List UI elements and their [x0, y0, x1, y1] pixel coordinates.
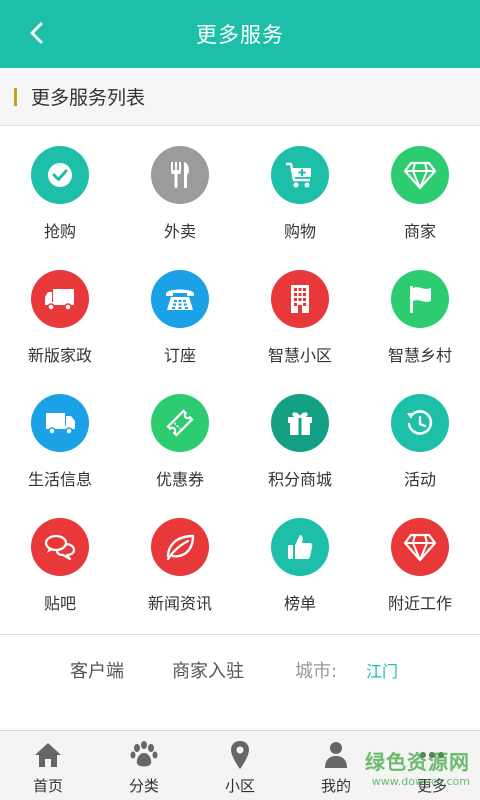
service-icon-circle: [31, 394, 89, 452]
merchant-join-link[interactable]: 商家入驻: [172, 657, 244, 683]
tab-label: 小区: [224, 777, 255, 795]
watermark-url: www.downcc.com: [371, 775, 470, 788]
service-label: 新闻资讯: [147, 594, 212, 613]
tab-label: 分类: [128, 777, 159, 795]
ticket-icon: [166, 409, 194, 437]
chat-bubbles-icon: [44, 534, 76, 561]
service-icon-circle: [391, 270, 449, 328]
service-label: 智慧小区: [267, 346, 332, 365]
tab-community[interactable]: 小区: [192, 731, 288, 800]
service-icon-circle: [271, 146, 329, 204]
service-icon-circle: [391, 518, 449, 576]
service-label: 抢购: [43, 222, 76, 241]
service-icon-circle: [271, 394, 329, 452]
service-icon-circle: [151, 270, 209, 328]
service-label: 生活信息: [27, 470, 92, 489]
service-item-events[interactable]: 活动: [360, 380, 480, 504]
watermark-text: 绿色资源网: [365, 750, 470, 774]
check-circle-icon: [48, 163, 72, 187]
service-item-news[interactable]: 新闻资讯: [120, 504, 240, 628]
gift-icon: [288, 412, 312, 435]
tab-category[interactable]: 分类: [96, 731, 192, 800]
service-icon-circle: [151, 518, 209, 576]
service-label: 订座: [163, 346, 196, 365]
fork-knife-icon: [171, 162, 189, 188]
client-link[interactable]: 客户端: [70, 657, 124, 683]
service-label: 贴吧: [43, 594, 76, 613]
location-pin-icon: [231, 741, 249, 769]
service-item-flash-sale[interactable]: 抢购: [0, 132, 120, 256]
building-icon: [291, 285, 309, 313]
diamond-icon: [403, 533, 437, 562]
divider: [0, 634, 480, 635]
back-button[interactable]: [22, 18, 50, 48]
city-selector[interactable]: 江门: [366, 658, 398, 682]
section-accent-bar: [14, 87, 17, 106]
service-icon-circle: [31, 270, 89, 328]
diamond-icon: [403, 161, 437, 190]
paw-icon: [130, 741, 158, 767]
service-label: 活动: [403, 470, 436, 489]
service-icon-circle: [151, 146, 209, 204]
truck-icon: [46, 413, 75, 435]
service-icon-circle: [391, 146, 449, 204]
service-label: 附近工作: [387, 594, 452, 613]
service-label: 购物: [283, 222, 316, 241]
service-label: 积分商城: [267, 470, 332, 489]
tab-label: 首页: [32, 777, 63, 795]
service-label: 商家: [403, 222, 436, 241]
service-icon-circle: [271, 270, 329, 328]
leaf-icon: [166, 534, 195, 561]
footer-links: 客户端 商家入驻 城市: 江门: [0, 640, 480, 700]
service-item-reservation[interactable]: 订座: [120, 256, 240, 380]
top-bar: 更多服务: [0, 0, 480, 68]
service-label: 新版家政: [27, 346, 92, 365]
section-title: 更多服务列表: [31, 87, 146, 109]
history-icon: [407, 410, 433, 435]
service-label: 榜单: [283, 594, 316, 613]
service-label: 智慧乡村: [387, 346, 452, 365]
service-item-rankings[interactable]: 榜单: [240, 504, 360, 628]
service-label: 外卖: [163, 222, 196, 241]
service-icon-circle: [31, 146, 89, 204]
cart-icon: [286, 162, 311, 188]
service-item-coupons[interactable]: 优惠券: [120, 380, 240, 504]
chevron-left-icon: [30, 22, 43, 44]
service-item-takeout[interactable]: 外卖: [120, 132, 240, 256]
page-title: 更多服务: [196, 23, 284, 47]
service-label: 优惠券: [155, 470, 204, 489]
service-item-forum[interactable]: 贴吧: [0, 504, 120, 628]
section-header: 更多服务列表: [0, 68, 480, 126]
thumbs-up-icon: [288, 535, 313, 559]
service-icon-circle: [391, 394, 449, 452]
service-icon-circle: [151, 394, 209, 452]
service-item-points-mall[interactable]: 积分商城: [240, 380, 360, 504]
home-icon: [35, 743, 61, 767]
service-icon-circle: [271, 518, 329, 576]
service-item-shopping[interactable]: 购物: [240, 132, 360, 256]
service-item-life-info[interactable]: 生活信息: [0, 380, 120, 504]
service-item-smart-village[interactable]: 智慧乡村: [360, 256, 480, 380]
service-icon-circle: [31, 518, 89, 576]
truck-icon: [45, 289, 74, 311]
telephone-icon: [166, 289, 194, 310]
service-item-housekeeping[interactable]: 新版家政: [0, 256, 120, 380]
service-item-merchant[interactable]: 商家: [360, 132, 480, 256]
service-item-nearby-jobs[interactable]: 附近工作: [360, 504, 480, 628]
service-item-smart-community[interactable]: 智慧小区: [240, 256, 360, 380]
watermark: 绿色资源网 www.downcc.com: [330, 744, 470, 790]
city-label: 城市:: [295, 661, 338, 682]
services-grid: 抢购 外卖 购物 商家 新版家政 订座 智慧小区 智慧乡村 生活信息 优惠券 积…: [0, 126, 480, 634]
tab-home[interactable]: 首页: [0, 731, 96, 800]
flag-icon: [410, 286, 431, 313]
